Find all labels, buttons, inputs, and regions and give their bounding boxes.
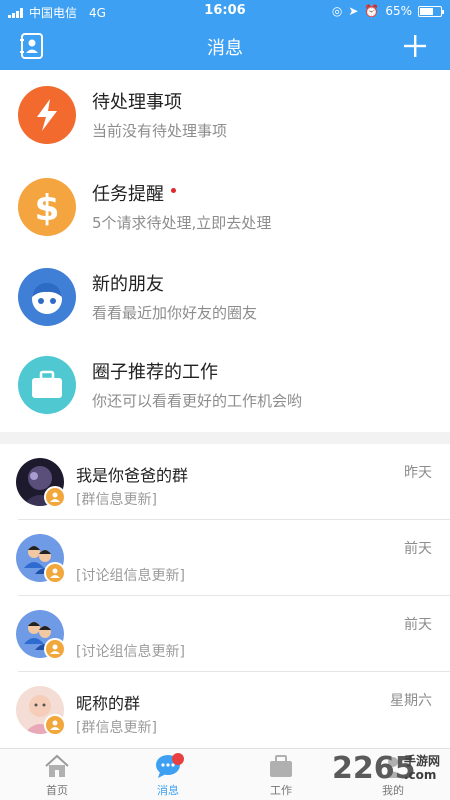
chat-row[interactable]: 前天 [讨论组信息更新] (0, 596, 450, 672)
home-icon (45, 754, 69, 777)
feature-pending[interactable]: 待处理事项 当前没有待处理事项 (0, 74, 450, 162)
battery-icon (418, 5, 444, 17)
watermark-suffix: 手游网 (404, 754, 441, 768)
chat-time: 星期六 (390, 693, 432, 709)
tab-label: 工作 (270, 784, 292, 797)
feature-title: 待处理事项 (92, 92, 182, 113)
chat-time: 前天 (404, 541, 432, 557)
group-badge-icon (44, 486, 66, 508)
page-title: 消息 (207, 38, 243, 59)
add-button[interactable] (402, 33, 428, 59)
feature-task-reminder[interactable]: $ 任务提醒 5个请求待处理,立即去处理 (0, 166, 450, 254)
group-badge-icon (44, 714, 66, 736)
chat-preview: [讨论组信息更新] (76, 568, 185, 584)
location-icon: ➤ (348, 4, 359, 18)
feature-title: 任务提醒 (92, 184, 164, 205)
feature-new-friends[interactable]: 新的朋友 看看最近加你好友的圈友 (0, 256, 450, 344)
unread-badge (172, 753, 184, 765)
chat-row[interactable]: 前天 [讨论组信息更新] (0, 520, 450, 596)
top-bar: 中国电信 4G 16:06 ◎ ➤ ⏰ 65% 消息 (0, 0, 450, 70)
chat-preview: [讨论组信息更新] (76, 644, 185, 660)
feature-title: 圈子推荐的工作 (92, 362, 218, 383)
chat-name: 昵称的群 (76, 694, 141, 713)
briefcase-icon (18, 356, 76, 414)
unread-dot (171, 188, 176, 193)
section-divider (0, 432, 450, 444)
tab-label: 首页 (46, 784, 68, 797)
lightning-icon (18, 86, 76, 144)
chat-preview: [群信息更新] (76, 720, 157, 736)
tab-work[interactable]: 工作 (241, 753, 321, 798)
chat-name: 我是你爸爸的群 (76, 466, 189, 485)
svg-text:$: $ (35, 188, 59, 227)
rotation-lock-icon: ◎ (331, 4, 343, 18)
chat-row[interactable]: 我是你爸爸的群 昨天 [群信息更新] (0, 444, 450, 520)
feature-recommended-jobs[interactable]: 圈子推荐的工作 你还可以看看更好的工作机会哟 (0, 344, 450, 432)
chat-time: 昨天 (404, 465, 432, 481)
feature-title: 新的朋友 (92, 274, 164, 295)
watermark-suffix2: .com (404, 768, 437, 782)
tab-messages[interactable]: 消息 (128, 753, 208, 798)
group-badge-icon (44, 562, 66, 584)
watermark-text: 2265 (332, 751, 416, 786)
chat-time: 前天 (404, 617, 432, 633)
battery-percent: 65% (385, 4, 412, 18)
feature-subtitle: 你还可以看看更好的工作机会哟 (92, 392, 303, 410)
briefcase-icon (270, 755, 292, 777)
chat-preview: [群信息更新] (76, 492, 157, 508)
alarm-icon: ⏰ (364, 4, 380, 18)
dollar-icon: $ (18, 178, 76, 236)
feature-subtitle: 当前没有待处理事项 (92, 122, 228, 140)
tab-home[interactable]: 首页 (17, 753, 97, 798)
tab-label: 消息 (157, 784, 179, 797)
watermark-logo: 2265 手游网 .com (332, 748, 442, 790)
group-badge-icon (44, 638, 66, 660)
feature-subtitle: 看看最近加你好友的圈友 (92, 304, 258, 322)
face-icon (18, 268, 76, 326)
chat-row[interactable]: 昵称的群 星期六 [群信息更新] (0, 672, 450, 748)
plus-icon (404, 35, 426, 57)
status-bar: 中国电信 4G 16:06 ◎ ➤ ⏰ 65% (0, 0, 450, 24)
feature-subtitle: 5个请求待处理,立即去处理 (92, 214, 272, 232)
